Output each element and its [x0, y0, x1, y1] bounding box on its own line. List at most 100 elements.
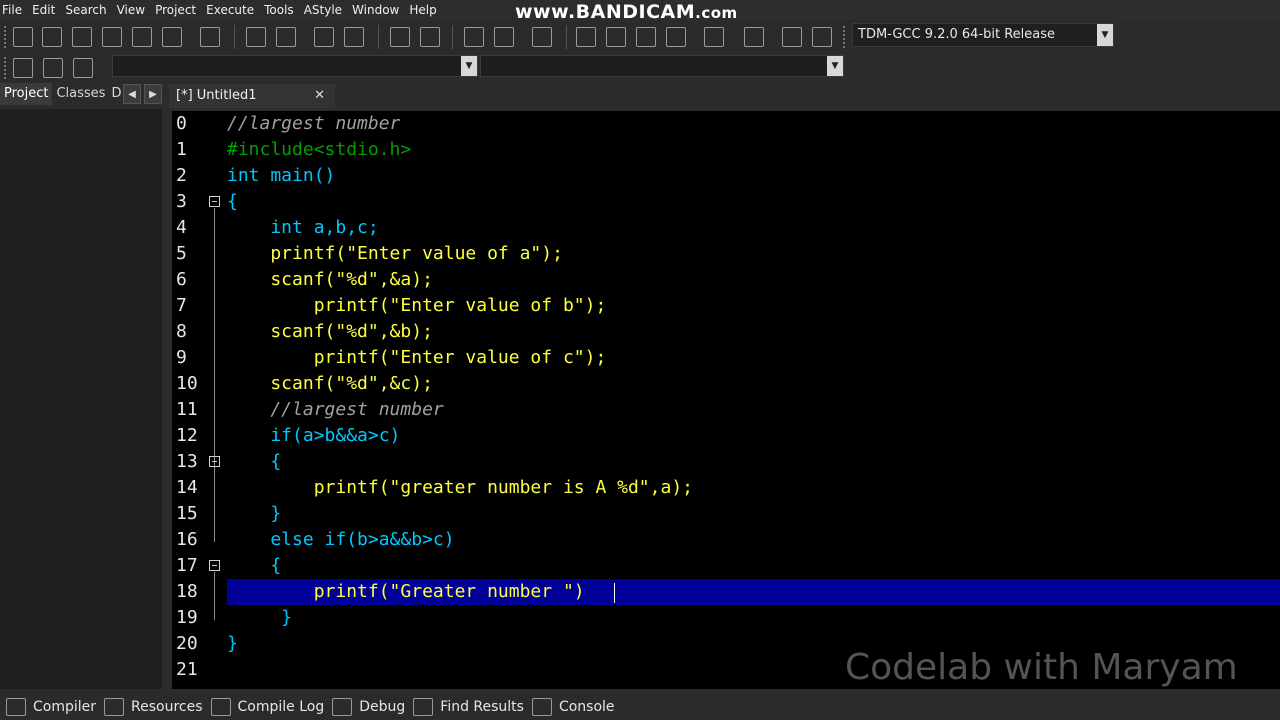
cross-icon[interactable] — [744, 27, 764, 47]
menu-astyle[interactable]: AStyle — [301, 0, 349, 20]
goto-function-icon[interactable] — [344, 27, 364, 47]
menu-search[interactable]: Search — [62, 0, 113, 20]
menu-execute[interactable]: Execute — [203, 0, 261, 20]
code-line[interactable]: 6 scanf("%d",&a); — [172, 267, 1280, 293]
project-grid-icon[interactable] — [576, 27, 596, 47]
replace-icon[interactable] — [276, 27, 296, 47]
code-text: printf("Enter value of c"); — [227, 347, 607, 368]
bookmark-icon[interactable] — [532, 27, 552, 47]
code-line[interactable]: 10 scanf("%d",&c); — [172, 371, 1280, 397]
fold-toggle-icon[interactable] — [209, 560, 220, 571]
menu-tools[interactable]: Tools — [261, 0, 301, 20]
window-icon[interactable] — [606, 27, 626, 47]
debug-check-icon — [332, 698, 353, 716]
toolbar-grip[interactable] — [843, 26, 847, 48]
code-line[interactable]: 2 int main() — [172, 163, 1280, 189]
code-line[interactable]: 13 { — [172, 449, 1280, 475]
tab-resources-label: Resources — [131, 699, 203, 715]
class-select[interactable]: ▼ — [112, 55, 478, 77]
code-text: if(a>b&&a>c) — [227, 425, 401, 446]
toolbar-grip[interactable] — [4, 57, 8, 79]
calculator-icon[interactable] — [636, 27, 656, 47]
fold-toggle-icon[interactable] — [209, 456, 220, 467]
code-line[interactable]: 14 printf("greater number is A %d",a); — [172, 475, 1280, 501]
save-all-icon[interactable] — [102, 27, 122, 47]
code-line[interactable]: 3 { — [172, 189, 1280, 215]
close-icon[interactable]: ✕ — [314, 84, 325, 108]
menu-window[interactable]: Window — [349, 0, 406, 20]
tab-compile-log[interactable]: Compile Log — [210, 694, 324, 720]
insert-icon[interactable] — [13, 58, 33, 78]
tab-debug-bottom[interactable]: Debug — [332, 694, 405, 720]
close-all-icon[interactable] — [162, 27, 182, 47]
tab-project[interactable]: Project — [0, 83, 53, 105]
code-line[interactable]: 19 } — [172, 605, 1280, 631]
code-line[interactable]: 4 int a,b,c; — [172, 215, 1280, 241]
code-line[interactable]: 7 printf("Enter value of b"); — [172, 293, 1280, 319]
code-line[interactable]: 16 else if(b>a&&b>c) — [172, 527, 1280, 553]
compiler-select[interactable]: TDM-GCC 9.2.0 64-bit Release ▼ — [852, 23, 1114, 47]
undo-icon[interactable] — [390, 27, 410, 47]
menu-edit[interactable]: Edit — [29, 0, 62, 20]
code-line[interactable]: 15 } — [172, 501, 1280, 527]
fold-toggle-icon[interactable] — [209, 196, 220, 207]
menu-view[interactable]: View — [114, 0, 152, 20]
compile-log-icon — [210, 698, 231, 716]
chevron-left-icon[interactable]: ◀ — [123, 84, 141, 104]
tab-classes[interactable]: Classes — [52, 83, 109, 105]
redo-icon[interactable] — [420, 27, 440, 47]
new-file-icon[interactable] — [13, 27, 33, 47]
save-icon[interactable] — [72, 27, 92, 47]
toolbar-separator — [566, 25, 567, 49]
open-folder-icon[interactable] — [42, 27, 62, 47]
menu-project[interactable]: Project — [152, 0, 203, 20]
toolbar-grip[interactable] — [4, 26, 8, 48]
editor-tab-untitled1[interactable]: [*] Untitled1 ✕ — [169, 84, 335, 108]
check-icon[interactable] — [704, 27, 724, 47]
code-text: { — [227, 451, 282, 472]
line-number: 15 — [176, 503, 198, 524]
tab-find-results[interactable]: Find Results — [413, 694, 524, 720]
tab-debug[interactable]: D — [109, 83, 123, 105]
tab-resources[interactable]: Resources — [104, 694, 203, 720]
unindent-icon[interactable] — [494, 27, 514, 47]
tab-console[interactable]: Console — [531, 694, 615, 720]
chevron-right-icon[interactable]: ▶ — [144, 84, 162, 104]
menu-help[interactable]: Help — [406, 0, 443, 20]
code-line[interactable]: 8 scanf("%d",&b); — [172, 319, 1280, 345]
editor-tab-label: [*] Untitled1 — [176, 88, 257, 103]
chevron-down-icon[interactable]: ▼ — [461, 56, 477, 76]
indent-icon[interactable] — [464, 27, 484, 47]
chevron-down-icon[interactable]: ▼ — [1097, 24, 1113, 46]
line-number: 20 — [176, 633, 198, 654]
code-line[interactable]: 17 { — [172, 553, 1280, 579]
code-editor[interactable]: 0 //largest number 1 #include<stdio.h> 2… — [172, 111, 1280, 689]
layout-grid-icon[interactable] — [666, 27, 686, 47]
menu-file[interactable]: File — [0, 0, 29, 20]
code-line[interactable]: 0 //largest number — [172, 111, 1280, 137]
print-icon[interactable] — [200, 27, 220, 47]
function-select[interactable]: ▼ — [480, 55, 844, 77]
code-line[interactable]: 9 printf("Enter value of c"); — [172, 345, 1280, 371]
code-line[interactable]: 11 //largest number — [172, 397, 1280, 423]
code-text: printf("greater number is A %d",a); — [227, 477, 693, 498]
tab-compiler[interactable]: Compiler — [6, 694, 96, 720]
code-line-current[interactable]: 18 printf("Greater number ") — [172, 579, 1280, 605]
code-text: scanf("%d",&c); — [227, 373, 433, 394]
project-tree[interactable] — [0, 109, 162, 689]
find-icon[interactable] — [246, 27, 266, 47]
chevron-down-icon[interactable]: ▼ — [827, 56, 843, 76]
line-number: 18 — [176, 581, 198, 602]
tab-debug-label: Debug — [359, 699, 406, 715]
goto-line-icon[interactable] — [314, 27, 334, 47]
bookmark-goto-icon[interactable] — [73, 58, 93, 78]
stop-icon[interactable] — [812, 27, 832, 47]
close-file-icon[interactable] — [132, 27, 152, 47]
code-line[interactable]: 1 #include<stdio.h> — [172, 137, 1280, 163]
code-line[interactable]: 5 printf("Enter value of a"); — [172, 241, 1280, 267]
chart-icon[interactable] — [782, 27, 802, 47]
bookmark-toggle-icon[interactable] — [43, 58, 63, 78]
code-text: //largest number — [227, 113, 401, 134]
code-line[interactable]: 12 if(a>b&&a>c) — [172, 423, 1280, 449]
line-number: 12 — [176, 425, 198, 446]
